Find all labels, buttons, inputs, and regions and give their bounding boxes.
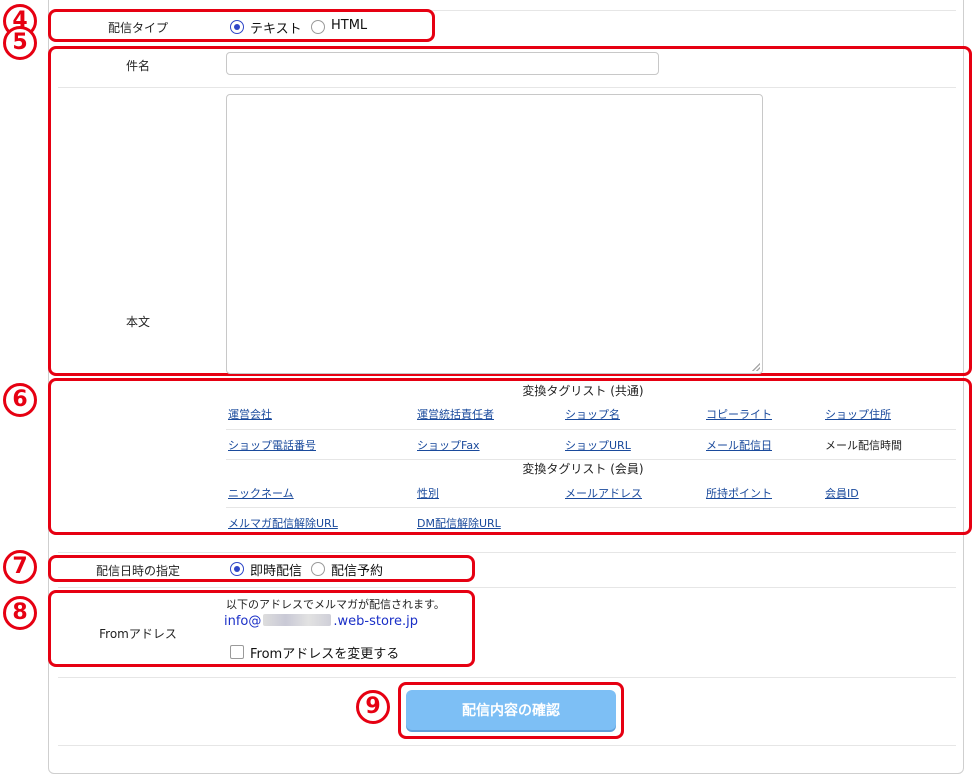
tag-member-id[interactable]: 会員ID (825, 485, 859, 501)
schedule-immediate-radio[interactable] (230, 562, 244, 576)
subject-label: 件名 (125, 59, 150, 73)
schedule-immediate-label[interactable]: 即時配信 (250, 560, 302, 579)
change-from-address-checkbox[interactable] (230, 645, 244, 659)
delivery-type-text-label[interactable]: テキスト (250, 18, 302, 37)
tag-nickname[interactable]: ニックネーム (228, 485, 294, 501)
tag-list-common-heading: 変換タグリスト (共通) (522, 384, 644, 398)
step-7-marker: 7 (3, 550, 37, 584)
change-from-address-label[interactable]: Fromアドレスを変更する (250, 643, 399, 662)
tag-gender[interactable]: 性別 (417, 485, 439, 501)
from-address-value: info@ .web-store.jp (224, 614, 418, 629)
tag-shop-phone[interactable]: ショップ電話番号 (228, 437, 316, 453)
from-address-note: 以下のアドレスでメルマガが配信されます。 (226, 598, 445, 611)
from-address-label: Fromアドレス (99, 627, 177, 641)
schedule-reserve-radio[interactable] (311, 562, 325, 576)
step-9-marker: 9 (356, 690, 390, 724)
tag-points[interactable]: 所持ポイント (706, 485, 772, 501)
delivery-type-html-radio[interactable] (311, 20, 325, 34)
tag-mail-date[interactable]: メール配信日 (706, 437, 772, 453)
tag-mail-time[interactable]: メール配信時間 (825, 437, 902, 453)
masked-address-segment (263, 614, 332, 626)
tag-email[interactable]: メールアドレス (565, 485, 642, 501)
delivery-type-html-label[interactable]: HTML (331, 18, 367, 33)
delivery-type-label: 配信タイプ (107, 21, 168, 35)
from-address-prefix: info@ (224, 614, 262, 629)
highlight-tag-list (48, 378, 972, 535)
body-textarea[interactable] (226, 94, 763, 374)
tag-manager[interactable]: 運営統括責任者 (417, 406, 494, 422)
tag-shop-fax[interactable]: ショップFax (417, 437, 480, 453)
confirm-delivery-button[interactable]: 配信内容の確認 (406, 690, 616, 730)
tag-shop-name[interactable]: ショップ名 (565, 406, 620, 422)
step-6-marker: 6 (3, 383, 37, 417)
tag-shop-url[interactable]: ショップURL (565, 437, 631, 453)
row-divider (58, 552, 956, 553)
tag-company[interactable]: 運営会社 (228, 406, 272, 422)
row-divider (58, 677, 956, 678)
body-label: 本文 (125, 315, 150, 329)
tag-mailmag-unsubscribe-url[interactable]: メルマガ配信解除URL (228, 515, 338, 531)
row-divider (58, 745, 956, 746)
schedule-reserve-label[interactable]: 配信予約 (331, 560, 383, 579)
tag-copyright[interactable]: コピーライト (706, 406, 772, 422)
row-divider (58, 587, 956, 588)
step-5-marker: 5 (3, 26, 37, 60)
from-address-suffix: .web-store.jp (333, 614, 418, 629)
step-8-marker: 8 (3, 596, 37, 630)
delivery-type-text-radio[interactable] (230, 20, 244, 34)
tag-dm-unsubscribe-url[interactable]: DM配信解除URL (417, 515, 501, 531)
subject-input[interactable] (226, 52, 659, 75)
schedule-label: 配信日時の指定 (95, 564, 180, 578)
tag-list-member-heading: 変換タグリスト (会員) (522, 462, 644, 476)
resize-handle-icon[interactable] (752, 363, 760, 371)
tag-shop-address[interactable]: ショップ住所 (825, 406, 891, 422)
